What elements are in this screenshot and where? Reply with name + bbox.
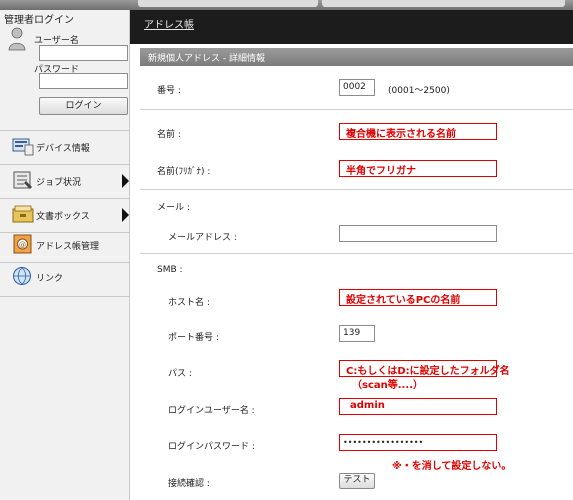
sidebar-divider (0, 296, 130, 297)
sidebar-item-label: デバイス情報 (36, 144, 90, 154)
login-user-label: ログインユーザー名 : (168, 406, 255, 416)
number-range: (0001～2500) (388, 86, 450, 96)
port-input[interactable]: 139 (339, 325, 375, 342)
sidebar-item-address-book[interactable]: @ アドレス帳管理 (0, 228, 130, 262)
mail-group-label: メール : (157, 203, 190, 213)
login-password-label: ログインパスワード : (168, 442, 255, 452)
sidebar-item-document-box[interactable]: 文書ボックス (0, 198, 130, 232)
divider (140, 253, 573, 254)
name-label: 名前 : (157, 130, 181, 140)
address-book-icon: @ (13, 234, 32, 254)
section-header: 新規個人アドレス - 詳細情報 (140, 48, 573, 66)
connection-check-label: 接続確認 : (168, 479, 210, 489)
path-label: パス : (168, 369, 192, 379)
expand-arrow-icon (122, 174, 129, 188)
mail-address-label: メールアドレス : (168, 233, 237, 243)
sidebar-item-label: 文書ボックス (36, 212, 90, 222)
test-button[interactable]: テスト (339, 473, 375, 489)
port-label: ポート番号 : (168, 333, 219, 343)
mail-address-input[interactable] (339, 225, 497, 242)
sidebar-item-label: ジョブ状況 (36, 178, 82, 188)
sidebar-item-job-status[interactable]: ジョブ状況 (0, 164, 130, 198)
top-tab (322, 0, 565, 7)
form-area: 番号 : 0002 (0001～2500) 名前 : 複合機に表示される名前 名… (140, 66, 573, 500)
smb-group-label: SMB : (157, 265, 183, 275)
job-icon (13, 171, 32, 189)
login-password-input[interactable]: ••••••••••••••••• (339, 434, 497, 451)
username-input[interactable] (39, 45, 128, 61)
sidebar-item-label: アドレス帳管理 (36, 242, 100, 252)
divider (140, 189, 573, 190)
password-input[interactable] (39, 73, 128, 89)
login-title: 管理者ログイン (4, 15, 74, 26)
user-icon (8, 27, 26, 51)
sidebar-item-label: リンク (36, 274, 64, 284)
login-user-value: admin (350, 400, 385, 411)
breadcrumb[interactable]: アドレス帳 (144, 16, 194, 31)
sidebar: 管理者ログイン ユーザー名 パスワード ログイン デバイス情報 ジョブ状況 文書… (0, 0, 130, 500)
top-bar: アドレス帳 (130, 0, 573, 44)
sidebar-item-device-info[interactable]: デバイス情報 (0, 130, 130, 164)
box-icon (12, 205, 34, 223)
section-title: 新規個人アドレス - 詳細情報 (148, 54, 265, 64)
expand-arrow-icon (122, 208, 129, 222)
annotation-path-line2: （scan等....） (352, 380, 423, 391)
svg-text:@: @ (19, 241, 26, 249)
login-button[interactable]: ログイン (39, 97, 128, 115)
furigana-label: 名前(ﾌﾘｶﾞﾅ) : (157, 167, 211, 177)
host-label: ホスト名 : (168, 298, 210, 308)
link-icon (13, 267, 31, 285)
number-label: 番号 : (157, 86, 181, 96)
divider (140, 109, 573, 110)
annotation-furigana: 半角でフリガナ (346, 166, 416, 177)
annotation-name: 複合機に表示される名前 (346, 129, 456, 140)
top-tab (138, 0, 318, 7)
annotation-host: 設定されているPCの名前 (346, 295, 461, 306)
device-icon (12, 138, 34, 156)
annotation-path-line1: C:もしくはD:に設定したフォルダ名 (346, 366, 510, 377)
sidebar-item-link[interactable]: リンク (0, 260, 130, 294)
sidebar-top-strip (0, 0, 130, 10)
annotation-password-note: ※・を消して設定しない。 (392, 461, 512, 472)
number-input[interactable]: 0002 (339, 79, 375, 96)
